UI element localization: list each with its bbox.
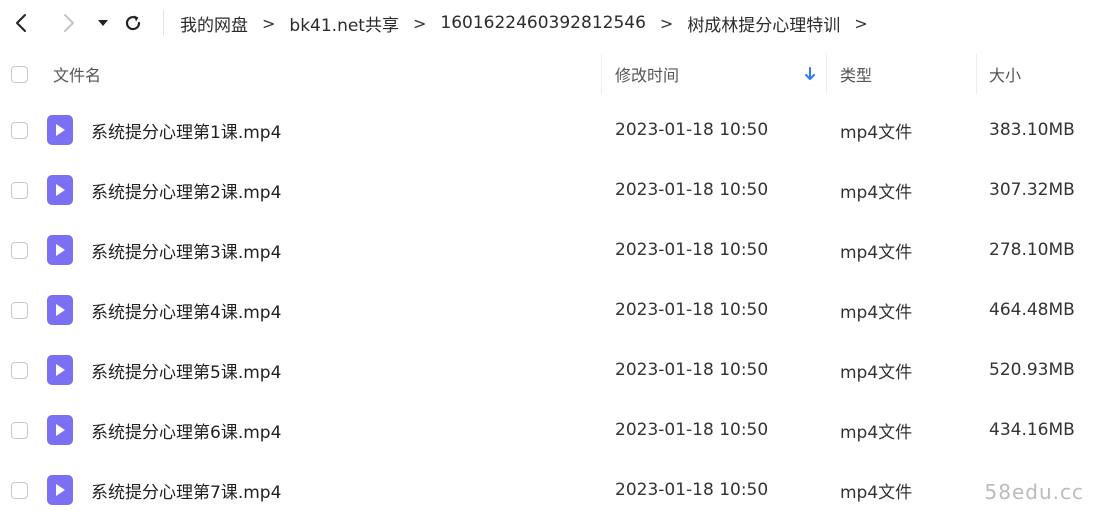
row-select-cell — [11, 100, 28, 160]
video-file-icon — [47, 175, 73, 205]
table-row[interactable]: 系统提分心理第2课.mp4 2023-01-18 10:50 mp4文件 307… — [0, 160, 1094, 220]
file-modified: 2023-01-18 10:50 — [615, 180, 769, 200]
video-file-icon — [47, 295, 73, 325]
chevron-right-icon — [64, 14, 74, 32]
row-checkbox[interactable] — [11, 421, 28, 439]
file-type: mp4文件 — [840, 302, 913, 323]
header-type[interactable]: 类型 — [840, 50, 872, 98]
history-dropdown-button[interactable] — [89, 9, 117, 37]
select-all-checkbox[interactable] — [11, 65, 28, 83]
chevron-left-icon — [16, 14, 26, 32]
breadcrumb-item-current[interactable]: 树成林提分心理特训 — [687, 11, 840, 36]
header-size[interactable]: 大小 — [989, 50, 1021, 98]
file-name[interactable]: 系统提分心理第6课.mp4 — [91, 400, 281, 460]
file-icon-cell — [47, 340, 73, 400]
table-row[interactable]: 系统提分心理第4课.mp4 2023-01-18 10:50 mp4文件 464… — [0, 280, 1094, 340]
row-checkbox[interactable] — [11, 241, 28, 259]
file-modified: 2023-01-18 10:50 — [615, 360, 769, 380]
row-checkbox[interactable] — [11, 121, 28, 139]
file-modified: 2023-01-18 10:50 — [615, 480, 769, 500]
refresh-button[interactable] — [119, 9, 147, 37]
file-icon-cell — [47, 160, 73, 220]
row-select-cell — [11, 160, 28, 220]
breadcrumb-separator: > — [412, 13, 427, 33]
column-divider[interactable] — [601, 54, 602, 94]
row-select-cell — [11, 220, 28, 280]
video-file-icon — [47, 235, 73, 265]
file-modified: 2023-01-18 10:50 — [615, 120, 769, 140]
file-type: mp4文件 — [840, 242, 913, 263]
forward-button[interactable] — [54, 9, 82, 37]
breadcrumb-item-root[interactable]: 我的网盘 — [180, 11, 248, 36]
arrow-down-icon — [805, 67, 815, 80]
row-checkbox[interactable] — [11, 181, 28, 199]
table-row[interactable]: 系统提分心理第3课.mp4 2023-01-18 10:50 mp4文件 278… — [0, 220, 1094, 280]
refresh-icon — [125, 15, 141, 31]
file-modified: 2023-01-18 10:50 — [615, 420, 769, 440]
breadcrumb: 我的网盘 > bk41.net共享 > 1601622460392812546 … — [180, 0, 882, 46]
file-type: mp4文件 — [840, 482, 913, 503]
file-icon-cell — [47, 460, 73, 520]
caret-down-icon — [98, 20, 108, 26]
back-button[interactable] — [8, 9, 36, 37]
breadcrumb-separator: > — [659, 13, 674, 33]
row-checkbox[interactable] — [11, 481, 28, 499]
column-divider[interactable] — [976, 54, 977, 94]
file-size: 383.10MB — [989, 120, 1075, 140]
breadcrumb-more[interactable]: > — [854, 14, 867, 33]
row-select-cell — [11, 340, 28, 400]
table-header: 文件名 修改时间 类型 大小 — [0, 50, 1094, 98]
toolbar: 我的网盘 > bk41.net共享 > 1601622460392812546 … — [0, 0, 1094, 46]
file-list: 系统提分心理第1课.mp4 2023-01-18 10:50 mp4文件 383… — [0, 100, 1094, 520]
header-name[interactable]: 文件名 — [53, 50, 101, 98]
table-row[interactable]: 系统提分心理第5课.mp4 2023-01-18 10:50 mp4文件 520… — [0, 340, 1094, 400]
video-file-icon — [47, 475, 73, 505]
video-file-icon — [47, 115, 73, 145]
file-size: 520.93MB — [989, 360, 1075, 380]
file-icon-cell — [47, 280, 73, 340]
file-icon-cell — [47, 100, 73, 160]
breadcrumb-item-share[interactable]: bk41.net共享 — [289, 11, 399, 36]
file-icon-cell — [47, 400, 73, 460]
row-checkbox[interactable] — [11, 301, 28, 319]
file-type: mp4文件 — [840, 362, 913, 383]
video-file-icon — [47, 355, 73, 385]
file-name[interactable]: 系统提分心理第2课.mp4 — [91, 160, 281, 220]
row-select-cell — [11, 460, 28, 520]
file-name[interactable]: 系统提分心理第3课.mp4 — [91, 220, 281, 280]
file-modified: 2023-01-18 10:50 — [615, 300, 769, 320]
file-name[interactable]: 系统提分心理第5课.mp4 — [91, 340, 281, 400]
file-name[interactable]: 系统提分心理第1课.mp4 — [91, 100, 281, 160]
row-select-cell — [11, 400, 28, 460]
row-select-cell — [11, 280, 28, 340]
breadcrumb-item-folder-id[interactable]: 1601622460392812546 — [440, 13, 646, 33]
file-icon-cell — [47, 220, 73, 280]
header-modified[interactable]: 修改时间 — [615, 50, 679, 98]
table-row[interactable]: 系统提分心理第7课.mp4 2023-01-18 10:50 mp4文件 — [0, 460, 1094, 520]
column-divider[interactable] — [826, 54, 827, 94]
file-size: 464.48MB — [989, 300, 1075, 320]
file-modified: 2023-01-18 10:50 — [615, 240, 769, 260]
file-size: 307.32MB — [989, 180, 1075, 200]
table-row[interactable]: 系统提分心理第1课.mp4 2023-01-18 10:50 mp4文件 383… — [0, 100, 1094, 160]
video-file-icon — [47, 415, 73, 445]
select-all-cell — [11, 50, 28, 98]
toolbar-divider — [163, 10, 164, 36]
file-type: mp4文件 — [840, 122, 913, 143]
watermark: 58edu.cc — [984, 480, 1084, 504]
file-type: mp4文件 — [840, 422, 913, 443]
breadcrumb-separator: > — [262, 13, 276, 33]
file-type: mp4文件 — [840, 182, 913, 203]
file-name[interactable]: 系统提分心理第4课.mp4 — [91, 280, 281, 340]
row-checkbox[interactable] — [11, 361, 28, 379]
file-name[interactable]: 系统提分心理第7课.mp4 — [91, 460, 281, 520]
file-size: 434.16MB — [989, 420, 1075, 440]
file-size: 278.10MB — [989, 240, 1075, 260]
sort-indicator[interactable] — [803, 50, 817, 98]
table-row[interactable]: 系统提分心理第6课.mp4 2023-01-18 10:50 mp4文件 434… — [0, 400, 1094, 460]
